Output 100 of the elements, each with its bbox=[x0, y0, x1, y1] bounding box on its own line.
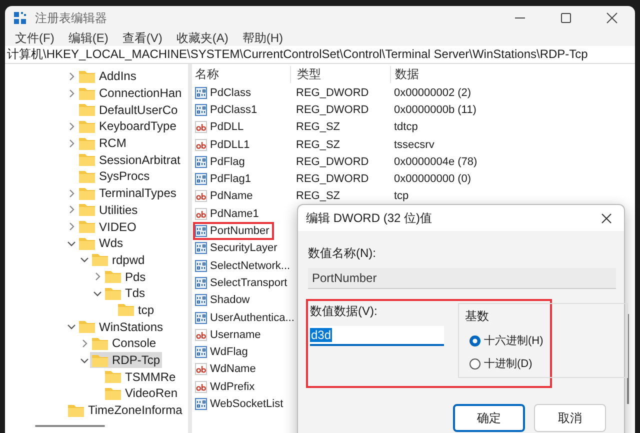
value-name[interactable]: SelectNetwork... bbox=[195, 258, 294, 273]
value-name[interactable]: WebSocketList bbox=[195, 396, 286, 411]
binary-value-icon bbox=[195, 173, 207, 186]
folder-icon bbox=[105, 386, 121, 400]
folder-icon bbox=[79, 236, 95, 250]
tree-item[interactable]: Pds bbox=[103, 268, 148, 285]
address-bar[interactable]: 计算机\HKEY_LOCAL_MACHINE\SYSTEM\CurrentControlSet\Control\Terminal Server\WinStations\RDP-Tcp bbox=[5, 46, 635, 64]
folder-icon bbox=[79, 136, 95, 150]
value-name[interactable]: PdName bbox=[195, 189, 256, 204]
tree-item[interactable]: DefaultUserCo bbox=[77, 102, 180, 118]
tree-item[interactable]: SysProcs bbox=[77, 168, 152, 184]
radio-label[interactable]: 十进制(D) bbox=[484, 356, 532, 371]
tree-item[interactable]: TSMMRe bbox=[103, 368, 178, 385]
value-data: tssecsrv bbox=[393, 138, 436, 151]
folder-icon bbox=[105, 270, 121, 284]
value-type: REG_DWORD bbox=[295, 173, 370, 186]
value-name[interactable]: WdFlag bbox=[195, 345, 251, 360]
tree-item[interactable]: AddIns bbox=[77, 68, 138, 84]
radio-button[interactable] bbox=[469, 358, 481, 370]
tree-item[interactable]: VIDEO bbox=[77, 218, 138, 235]
tree-item[interactable]: tcp bbox=[116, 302, 156, 318]
string-value-icon bbox=[195, 328, 207, 341]
field-label: 数值名称(N): bbox=[308, 245, 377, 262]
folder-icon bbox=[92, 354, 108, 367]
tree-item[interactable]: Utilities bbox=[77, 202, 140, 218]
dialog-title: 编辑 DWORD (32 位)值 bbox=[306, 210, 432, 226]
value-type: REG_DWORD bbox=[295, 156, 370, 168]
registry-editor-icon bbox=[13, 11, 27, 25]
tree-item[interactable]: RCM bbox=[77, 135, 128, 152]
value-data-field[interactable]: d3d bbox=[310, 326, 444, 346]
dialog-button[interactable]: 确定 bbox=[453, 404, 525, 432]
binary-value-icon bbox=[195, 86, 207, 99]
value-type: REG_SZ bbox=[295, 121, 342, 134]
folder-icon bbox=[79, 120, 95, 133]
value-name[interactable]: PdClass bbox=[195, 86, 254, 100]
value-name[interactable]: PdName1 bbox=[195, 206, 262, 221]
value-name[interactable]: PdDLL bbox=[195, 120, 247, 134]
binary-value-icon bbox=[195, 346, 207, 358]
value-type: REG_SZ bbox=[295, 138, 342, 151]
string-value-icon bbox=[195, 363, 207, 376]
column-header[interactable]: 名称 bbox=[192, 66, 290, 82]
radio-button[interactable] bbox=[469, 334, 481, 346]
value-name[interactable]: SelectTransport bbox=[195, 276, 290, 290]
value-data: tdtcp bbox=[393, 121, 419, 134]
column-header[interactable]: 类型 bbox=[290, 66, 390, 82]
folder-icon bbox=[105, 370, 121, 384]
value-name[interactable]: Username bbox=[195, 328, 264, 342]
folder-icon bbox=[79, 203, 95, 216]
value-name[interactable]: PdDLL1 bbox=[195, 138, 253, 152]
value-name[interactable]: PdFlag1 bbox=[195, 172, 254, 186]
menu-item[interactable]: 文件(F) bbox=[9, 30, 62, 46]
value-name[interactable]: Shadow bbox=[195, 293, 253, 308]
folder-icon bbox=[79, 186, 95, 200]
string-value-icon bbox=[195, 380, 207, 393]
value-name[interactable]: PdClass1 bbox=[195, 102, 260, 117]
menu-item[interactable]: 收藏夹(A) bbox=[170, 30, 236, 46]
folder-icon bbox=[79, 220, 95, 234]
value-name[interactable]: WdName bbox=[195, 362, 259, 376]
value-name[interactable]: WdPrefix bbox=[195, 380, 258, 394]
folder-icon bbox=[79, 103, 95, 116]
tree-item[interactable]: Wds bbox=[77, 235, 125, 252]
dialog-button[interactable]: 取消 bbox=[534, 404, 606, 432]
binary-value-icon bbox=[195, 260, 207, 272]
tree-item[interactable]: TimeZoneInforma bbox=[66, 402, 184, 418]
tree-item[interactable]: RDP-Tcp bbox=[90, 352, 162, 368]
binary-value-icon bbox=[195, 104, 207, 116]
tree-item[interactable]: Tds bbox=[103, 285, 148, 302]
binary-value-icon bbox=[195, 225, 207, 238]
close-icon[interactable] bbox=[601, 212, 612, 224]
radio-label[interactable]: 十六进制(H) bbox=[484, 333, 544, 348]
folder-icon bbox=[79, 170, 95, 183]
folder-icon bbox=[79, 320, 95, 334]
value-name[interactable]: PortNumber bbox=[195, 224, 272, 238]
binary-value-icon bbox=[195, 276, 207, 289]
tree-item[interactable]: VideoRen bbox=[103, 385, 180, 402]
tree-item[interactable]: WinStations bbox=[77, 318, 166, 335]
menu-item[interactable]: 帮助(H) bbox=[236, 30, 291, 46]
binary-value-icon bbox=[195, 312, 207, 324]
tree-item[interactable]: ConnectionHan bbox=[77, 85, 184, 102]
tree-item[interactable]: SessionArbitrat bbox=[77, 152, 182, 168]
string-value-icon bbox=[195, 208, 207, 220]
window-title: 注册表编辑器 bbox=[35, 10, 108, 26]
scrollbar[interactable] bbox=[627, 314, 629, 404]
tree-item[interactable]: KeyboardType bbox=[77, 118, 178, 134]
folder-icon bbox=[68, 404, 84, 417]
tree-item[interactable]: rdpwd bbox=[90, 252, 147, 268]
folder-icon bbox=[79, 70, 95, 83]
value-name[interactable]: SecurityLayer bbox=[195, 241, 280, 256]
tree-item[interactable]: TerminalTypes bbox=[77, 185, 178, 202]
value-name[interactable]: PdFlag bbox=[195, 154, 248, 169]
value-name[interactable]: UserAuthentica... bbox=[195, 310, 298, 324]
menu-item[interactable]: 查看(V) bbox=[116, 30, 170, 46]
scrollbar[interactable] bbox=[35, 425, 105, 427]
menu-item[interactable]: 编辑(E) bbox=[62, 30, 116, 46]
column-header[interactable]: 数据 bbox=[390, 66, 635, 82]
value-type: REG_DWORD bbox=[295, 104, 370, 116]
value-data: 0x00000002 (2) bbox=[393, 86, 472, 99]
tree-item[interactable]: Console bbox=[90, 335, 158, 352]
folder-icon bbox=[79, 86, 95, 100]
folder-icon bbox=[92, 253, 108, 266]
